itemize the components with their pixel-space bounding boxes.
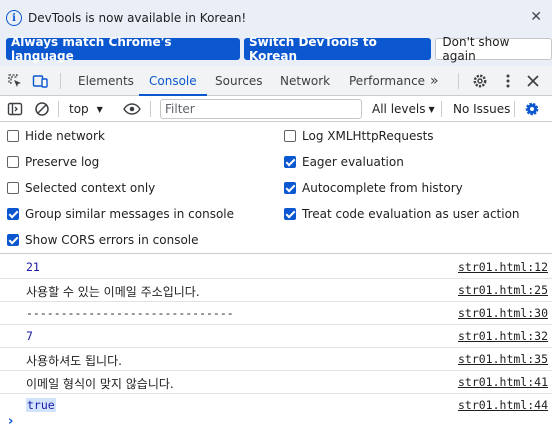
log-xhr-label: Log XMLHttpRequests: [302, 129, 434, 143]
console-message-row: 사용할 수 있는 이메일 주소입니다. str01.html:25: [0, 279, 552, 302]
more-tabs-button[interactable]: »: [430, 66, 439, 96]
setting-treat-code-user-action[interactable]: Treat code evaluation as user action: [284, 205, 520, 223]
infobar-message: DevTools is now available in Korean!: [28, 11, 247, 25]
caret-down-icon: ▼: [428, 104, 435, 114]
console-message-row: 이메일 형식이 맞지 않습니다. str01.html:41: [0, 371, 552, 394]
switch-to-korean-button[interactable]: Switch DevTools to Korean: [244, 35, 432, 63]
eager-evaluation-label: Eager evaluation: [302, 155, 404, 169]
setting-selected-context[interactable]: Selected context only: [7, 179, 155, 197]
treat-code-checkbox[interactable]: [284, 208, 296, 220]
setting-show-cors[interactable]: Show CORS errors in console: [7, 231, 199, 249]
toolbar-divider: [441, 101, 442, 117]
autocomplete-label: Autocomplete from history: [302, 181, 463, 195]
eager-evaluation-checkbox[interactable]: [284, 156, 296, 168]
device-toolbar-icon[interactable]: [32, 73, 48, 89]
toolbar-divider: [150, 101, 151, 117]
source-link[interactable]: str01.html:35: [458, 352, 548, 366]
tab-console[interactable]: Console: [139, 66, 207, 96]
tab-divider: [458, 73, 459, 89]
log-levels-dropdown[interactable]: All levels ▼: [372, 96, 435, 122]
console-message-row: ------------------------------ str01.htm…: [0, 302, 552, 325]
toolbar-divider: [58, 101, 59, 117]
infobar-buttons: Always match Chrome's language Switch De…: [6, 35, 552, 63]
selected-context-label: Selected context only: [25, 181, 156, 195]
setting-hide-network[interactable]: Hide network: [7, 127, 105, 145]
log-levels-label: All levels: [372, 102, 426, 116]
always-match-language-button[interactable]: Always match Chrome's language: [6, 35, 241, 63]
setting-eager-evaluation[interactable]: Eager evaluation: [284, 153, 404, 171]
info-icon: i: [6, 10, 22, 26]
tab-elements[interactable]: Elements: [78, 66, 134, 96]
setting-log-xhr[interactable]: Log XMLHttpRequests: [284, 127, 434, 145]
dont-show-again-button[interactable]: Don't show again: [435, 35, 552, 63]
setting-autocomplete[interactable]: Autocomplete from history: [284, 179, 463, 197]
console-message-text: 7: [26, 329, 33, 343]
filter-input-wrapper: [160, 99, 362, 119]
console-settings-panel: Hide network Preserve log Selected conte…: [0, 122, 552, 254]
log-xhr-checkbox[interactable]: [284, 130, 296, 142]
hide-network-checkbox[interactable]: [7, 130, 19, 142]
console-message-text: 이메일 형식이 맞지 않습니다.: [26, 377, 174, 391]
tab-performance[interactable]: Performance: [349, 66, 425, 96]
issues-button[interactable]: No Issues: [453, 96, 510, 122]
source-link[interactable]: str01.html:25: [458, 283, 548, 297]
tab-sources[interactable]: Sources: [215, 66, 262, 96]
console-message-row: true str01.html:44: [0, 394, 552, 417]
toolbar-divider: [514, 101, 515, 117]
console-prompt-icon[interactable]: ›: [8, 414, 13, 429]
show-cors-label: Show CORS errors in console: [25, 233, 199, 247]
clear-console-icon[interactable]: [34, 101, 50, 117]
source-link[interactable]: str01.html:32: [458, 329, 548, 343]
close-devtools-icon[interactable]: [525, 73, 541, 89]
console-toolbar: top ▼ All levels ▼ No Issues: [0, 96, 552, 122]
preserve-log-label: Preserve log: [25, 155, 100, 169]
source-link[interactable]: str01.html:30: [458, 306, 548, 320]
source-link[interactable]: str01.html:41: [458, 375, 548, 389]
setting-preserve-log[interactable]: Preserve log: [7, 153, 99, 171]
console-messages: 21 str01.html:12 사용할 수 있는 이메일 주소입니다. str…: [0, 256, 552, 417]
tab-network[interactable]: Network: [280, 66, 330, 96]
console-message-text: 사용할 수 있는 이메일 주소입니다.: [26, 285, 200, 299]
caret-down-icon: ▼: [96, 104, 103, 114]
live-expression-eye-icon[interactable]: [123, 101, 141, 117]
group-similar-checkbox[interactable]: [7, 208, 19, 220]
close-icon[interactable]: ✕: [530, 9, 542, 25]
context-selector-label: top: [69, 102, 89, 116]
console-message-row: 21 str01.html:12: [0, 256, 552, 279]
console-message-row: 7 str01.html:32: [0, 325, 552, 348]
context-selector[interactable]: top ▼: [69, 96, 103, 122]
hide-network-label: Hide network: [25, 129, 105, 143]
more-options-icon[interactable]: [500, 73, 516, 89]
sidebar-toggle-icon[interactable]: [7, 101, 23, 117]
inspect-element-icon[interactable]: [7, 73, 23, 89]
filter-input[interactable]: [165, 102, 361, 116]
source-link[interactable]: str01.html:44: [458, 398, 548, 412]
selected-context-checkbox[interactable]: [7, 182, 19, 194]
autocomplete-checkbox[interactable]: [284, 182, 296, 194]
tab-divider: [60, 73, 61, 89]
main-tab-bar: Elements Console Sources Network Perform…: [0, 66, 552, 96]
console-message-text: 사용하셔도 됩니다.: [26, 354, 122, 368]
infobar-message-row: i DevTools is now available in Korean!: [6, 9, 246, 27]
setting-group-similar[interactable]: Group similar messages in console: [7, 205, 234, 223]
show-cors-checkbox[interactable]: [7, 234, 19, 246]
console-message-row: 사용하셔도 됩니다. str01.html:35: [0, 348, 552, 371]
preserve-log-checkbox[interactable]: [7, 156, 19, 168]
console-message-text: 21: [26, 260, 40, 274]
group-similar-label: Group similar messages in console: [25, 207, 234, 221]
settings-gear-icon[interactable]: [472, 73, 488, 89]
console-message-text: ------------------------------: [26, 306, 234, 320]
language-infobar: i DevTools is now available in Korean! ✕…: [0, 0, 552, 66]
source-link[interactable]: str01.html:12: [458, 260, 548, 274]
treat-code-label: Treat code evaluation as user action: [302, 207, 520, 221]
console-settings-gear-icon[interactable]: [524, 101, 540, 117]
console-message-text: true: [26, 398, 56, 412]
